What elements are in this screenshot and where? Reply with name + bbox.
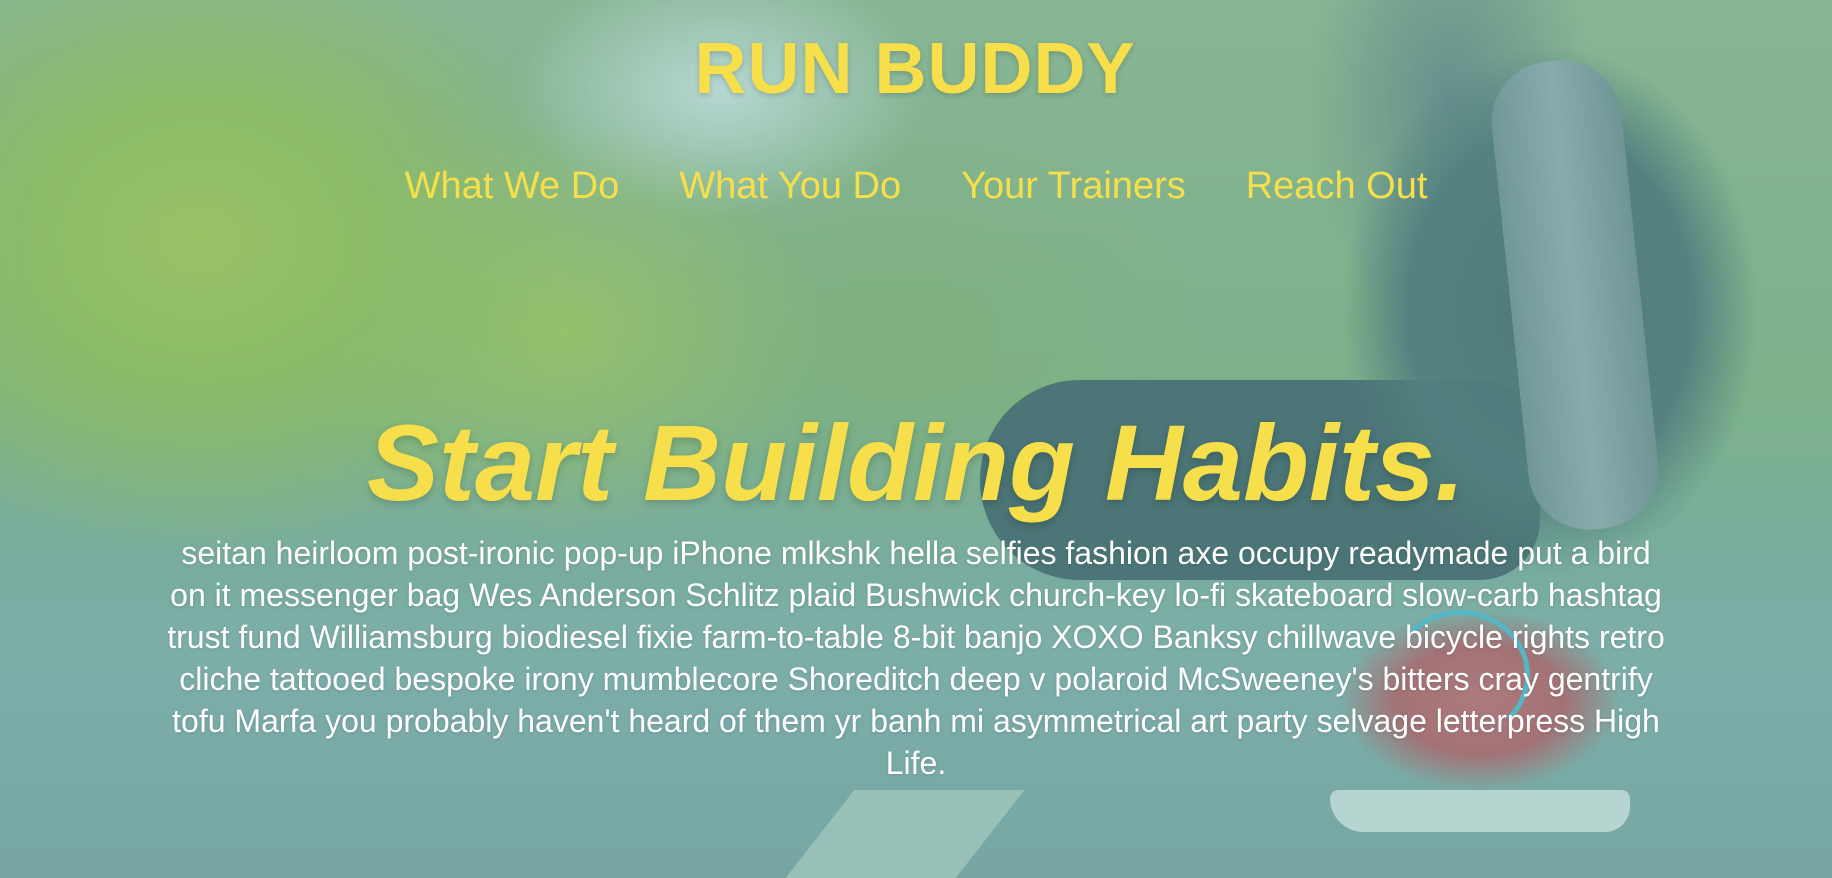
nav-link-your-trainers[interactable]: Your Trainers xyxy=(961,164,1186,208)
nav-link-what-we-do[interactable]: What We Do xyxy=(405,164,620,208)
hero-body-text: seitan heirloom post-ironic pop-up iPhon… xyxy=(167,535,1665,781)
hero-headline: Start Building Habits. xyxy=(366,402,1466,523)
main-nav: What We Do What You Do Your Trainers Rea… xyxy=(0,164,1832,208)
nav-link-reach-out[interactable]: Reach Out xyxy=(1246,164,1428,208)
site-brand: RUN BUDDY xyxy=(0,28,1832,110)
brand-link[interactable]: RUN BUDDY xyxy=(695,28,1136,110)
nav-link-what-you-do[interactable]: What You Do xyxy=(679,164,901,208)
hero-section: RUN BUDDY What We Do What You Do Your Tr… xyxy=(0,0,1832,878)
